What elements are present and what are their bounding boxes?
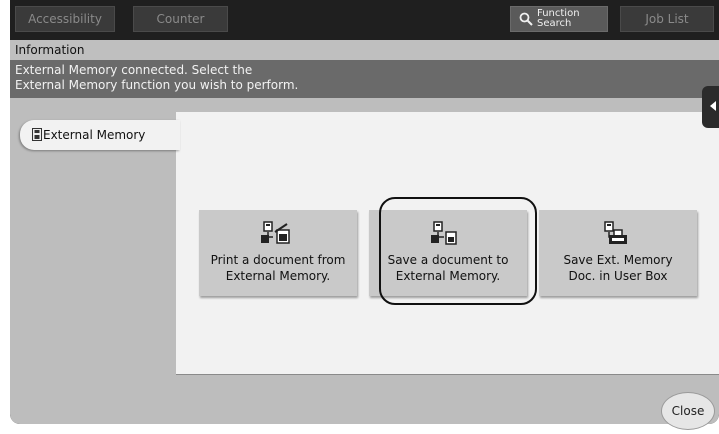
job-list-button[interactable]: Job List (620, 6, 714, 32)
function-search-line2: Search (537, 18, 572, 29)
save-to-userbox-icon (604, 221, 627, 244)
info-message: External Memory connected. Select the Ex… (10, 60, 719, 98)
save-to-userbox-line2: Doc. in User Box (568, 269, 668, 283)
counter-button[interactable]: Counter (133, 6, 228, 32)
function-search-label: Function Search (537, 9, 599, 29)
save-to-userbox-line1: Save Ext. Memory (563, 253, 673, 267)
print-from-memory-label: Print a document from External Memory. (199, 252, 357, 284)
usb-memory-icon (32, 128, 42, 141)
print-from-memory-line2: External Memory. (225, 269, 331, 283)
info-message-line2: External Memory function you wish to per… (15, 78, 299, 92)
accessibility-button[interactable]: Accessibility (15, 6, 115, 32)
info-title: Information (10, 40, 719, 60)
save-to-userbox-label: Save Ext. Memory Doc. in User Box (539, 252, 697, 284)
print-from-memory-button[interactable]: Print a document from External Memory. (199, 210, 357, 296)
function-search-button[interactable]: Function Search (510, 6, 608, 32)
counter-label: Counter (156, 12, 205, 26)
top-bar: Accessibility Counter Function Search Jo… (10, 0, 719, 40)
selection-highlight (379, 197, 537, 305)
print-from-memory-line1: Print a document from (210, 253, 346, 267)
print-from-memory-icon (261, 221, 290, 244)
accessibility-label: Accessibility (28, 12, 102, 26)
arrow-left-icon (710, 101, 716, 111)
side-panel-toggle[interactable] (702, 86, 719, 128)
tab-external-memory[interactable]: External Memory (20, 120, 180, 150)
search-icon (519, 12, 533, 26)
job-list-label: Job List (645, 12, 689, 26)
info-message-line1: External Memory connected. Select the (15, 63, 253, 77)
save-to-userbox-button[interactable]: Save Ext. Memory Doc. in User Box (539, 210, 697, 296)
close-button[interactable]: Close (661, 392, 715, 430)
tab-external-memory-label: External Memory (43, 128, 146, 142)
device-screen: Accessibility Counter Function Search Jo… (10, 0, 719, 424)
